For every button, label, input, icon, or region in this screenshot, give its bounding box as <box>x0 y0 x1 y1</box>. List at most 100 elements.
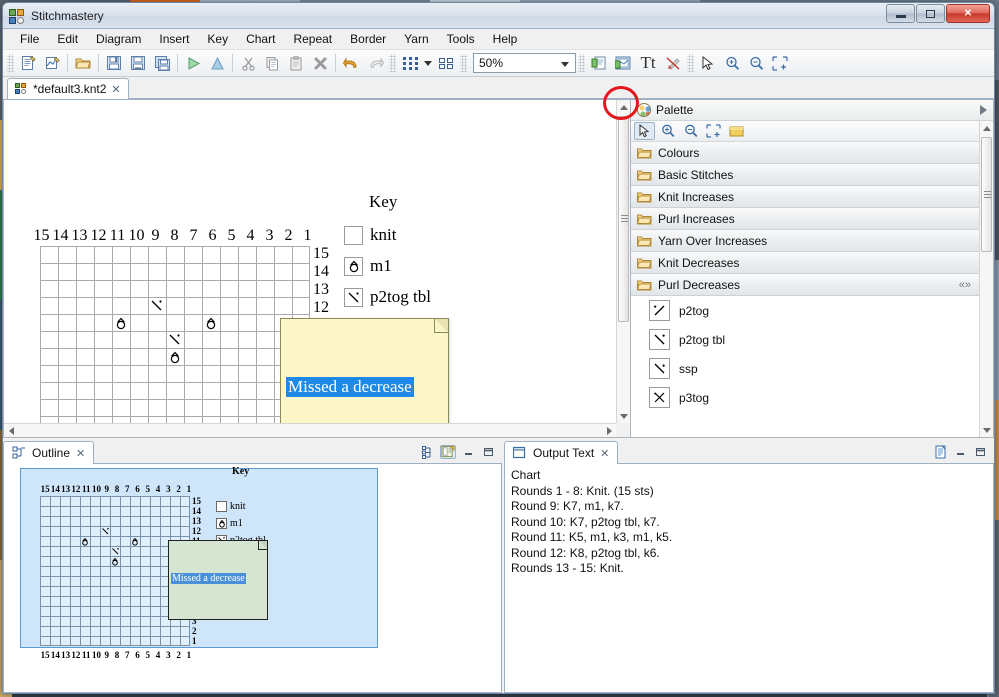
outline-body[interactable]: Key 15 14 13 12 11 10 9 8 7 6 5 <box>3 464 502 693</box>
copy-icon[interactable] <box>260 52 284 75</box>
menu-key[interactable]: Key <box>198 30 237 48</box>
import-icon[interactable] <box>611 52 635 75</box>
minimize-window-button[interactable] <box>886 4 915 23</box>
distribute-icon[interactable] <box>434 52 458 75</box>
align-icon[interactable] <box>398 52 422 75</box>
cut-icon[interactable] <box>236 52 260 75</box>
chevron-right-icon[interactable] <box>980 105 987 115</box>
thumbnail-view-button[interactable] <box>440 445 456 459</box>
maximize-window-button[interactable] <box>916 4 945 23</box>
menu-edit[interactable]: Edit <box>48 30 87 48</box>
scroll-down-arrow-icon[interactable] <box>617 409 631 423</box>
palette-drawer-colours[interactable]: Colours <box>631 142 979 164</box>
sticky-note[interactable]: Missed a decrease <box>280 318 449 423</box>
tab-outline[interactable]: Outline ✕ <box>3 441 94 464</box>
palette-entry-p2tog-tbl[interactable]: p2tog tbl <box>631 325 979 354</box>
chart-symbol-m1[interactable] <box>112 314 130 331</box>
chart-canvas[interactable]: Key 15 14 13 12 11 10 9 8 7 6 5 4 <box>4 100 616 423</box>
palette-drawer-yarn-over-increases[interactable]: Yarn Over Increases <box>631 230 979 252</box>
zoom-in-icon[interactable] <box>720 52 744 75</box>
close-icon[interactable]: ✕ <box>76 447 85 460</box>
scroll-up-arrow-icon[interactable] <box>980 121 993 135</box>
menu-repeat[interactable]: Repeat <box>284 30 341 48</box>
collapse-drawer-icon[interactable]: «» <box>959 279 971 291</box>
maximize-panel-button[interactable] <box>972 445 988 459</box>
text-tool-icon[interactable]: Tt <box>635 52 661 75</box>
palette-drawer-knit-increases[interactable]: Knit Increases <box>631 186 979 208</box>
legend-row-p2tog-tbl[interactable]: p2tog tbl <box>344 286 514 308</box>
save-icon[interactable] <box>102 52 126 75</box>
run-icon[interactable] <box>181 52 205 75</box>
vertical-scroll-thumb[interactable] <box>618 116 629 322</box>
palette-drawer-list[interactable]: Colours Basic Stitches Knit Increases <box>631 142 979 437</box>
minimize-panel-button[interactable] <box>460 445 476 459</box>
palette-vertical-scrollbar[interactable] <box>979 121 993 437</box>
chart-editor[interactable]: Key 15 14 13 12 11 10 9 8 7 6 5 4 <box>3 100 631 438</box>
menu-tools[interactable]: Tools <box>438 30 484 48</box>
menu-chart[interactable]: Chart <box>237 30 284 48</box>
palette-drawer-purl-decreases[interactable]: Purl Decreases «» <box>631 274 979 296</box>
delete-icon[interactable] <box>308 52 332 75</box>
menu-file[interactable]: File <box>11 30 48 48</box>
menu-insert[interactable]: Insert <box>150 30 198 48</box>
new-chart-icon[interactable] <box>40 52 64 75</box>
sticky-note-text[interactable]: Missed a decrease <box>286 377 414 397</box>
palette-drawer-knit-decreases[interactable]: Knit Decreases <box>631 252 979 274</box>
zoom-out-icon[interactable] <box>744 52 768 75</box>
note-tool-icon[interactable] <box>726 122 747 140</box>
menu-diagram[interactable]: Diagram <box>87 30 150 48</box>
undo-icon[interactable] <box>339 52 363 75</box>
align-dropdown-arrow-icon[interactable] <box>422 52 434 75</box>
open-folder-icon[interactable] <box>71 52 95 75</box>
export-icon[interactable] <box>587 52 611 75</box>
new-document-icon[interactable] <box>16 52 40 75</box>
highlight-icon[interactable] <box>661 52 685 75</box>
chart-symbol-m1[interactable] <box>166 348 184 365</box>
zoom-in-tool-icon[interactable] <box>657 122 678 140</box>
close-icon[interactable]: ✕ <box>600 447 609 460</box>
tab-output-text[interactable]: Output Text ✕ <box>504 441 618 464</box>
save-all-icon[interactable] <box>150 52 174 75</box>
select-tool-icon[interactable] <box>634 122 655 140</box>
save-as-icon[interactable] <box>126 52 150 75</box>
scroll-up-arrow-icon[interactable] <box>617 100 631 114</box>
copy-output-button[interactable] <box>932 445 948 459</box>
redo-icon[interactable] <box>363 52 387 75</box>
scroll-down-arrow-icon[interactable] <box>980 423 993 437</box>
tree-view-button[interactable] <box>420 445 436 459</box>
close-window-button[interactable]: ✕ <box>946 4 990 23</box>
flip-icon[interactable] <box>205 52 229 75</box>
minimize-panel-button[interactable] <box>952 445 968 459</box>
menu-yarn[interactable]: Yarn <box>395 30 437 48</box>
scroll-right-arrow-icon[interactable] <box>602 424 616 438</box>
zoom-out-tool-icon[interactable] <box>680 122 701 140</box>
chart-symbol-p2tog-tbl[interactable] <box>166 331 184 348</box>
editor-horizontal-scrollbar[interactable] <box>4 423 616 437</box>
chart-grid[interactable] <box>40 246 310 423</box>
output-text-content[interactable]: Chart Rounds 1 - 8: Knit. (15 sts) Round… <box>505 464 993 581</box>
close-icon[interactable]: ✕ <box>111 83 120 96</box>
palette-drawer-basic-stitches[interactable]: Basic Stitches <box>631 164 979 186</box>
marquee-tool-icon[interactable] <box>703 122 724 140</box>
paste-icon[interactable] <box>284 52 308 75</box>
chart-symbol-p2tog-tbl[interactable] <box>148 297 166 314</box>
menu-border[interactable]: Border <box>341 30 395 48</box>
palette-drawer-purl-increases[interactable]: Purl Increases <box>631 208 979 230</box>
editor-tab-default3[interactable]: *default3.knt2 ✕ <box>7 78 129 99</box>
outline-thumbnail[interactable]: Key 15 14 13 12 11 10 9 8 7 6 5 <box>20 468 378 673</box>
chart-symbol-m1[interactable] <box>202 314 220 331</box>
palette-entry-p2tog[interactable]: p2tog <box>631 296 979 325</box>
editor-vertical-scrollbar[interactable] <box>616 100 630 423</box>
palette-entry-ssp[interactable]: ssp <box>631 354 979 383</box>
legend-row-m1[interactable]: m1 <box>344 255 514 277</box>
zoom-level-combobox[interactable]: 50% <box>473 53 576 73</box>
palette-entry-p3tog[interactable]: p3tog <box>631 383 979 412</box>
legend-row-knit[interactable]: knit <box>344 224 514 246</box>
maximize-panel-button[interactable] <box>480 445 496 459</box>
select-arrow-icon[interactable] <box>696 52 720 75</box>
palette-scroll-thumb[interactable] <box>981 137 992 252</box>
output-body[interactable]: Chart Rounds 1 - 8: Knit. (15 sts) Round… <box>504 464 994 693</box>
marquee-zoom-icon[interactable] <box>768 52 792 75</box>
menu-help[interactable]: Help <box>484 30 527 48</box>
scroll-left-arrow-icon[interactable] <box>4 424 18 438</box>
